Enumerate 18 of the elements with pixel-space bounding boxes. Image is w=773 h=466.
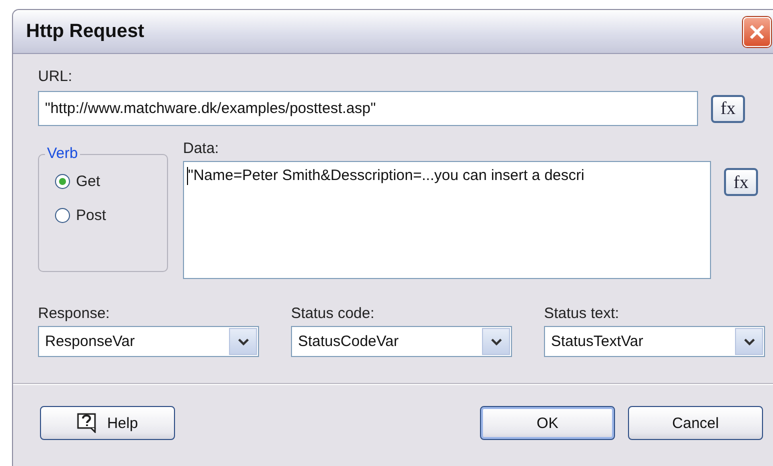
dropdown-field[interactable]: StatusCodeVar (291, 326, 512, 357)
ok-button[interactable]: OK (480, 406, 615, 440)
field-label: Data: (183, 140, 220, 157)
field-label: Status code: (291, 305, 376, 322)
radio-label: Post (76, 207, 106, 224)
url-field[interactable]: "http://www.matchware.dk/examples/posttest.asp" (38, 91, 698, 126)
help-button[interactable]: Help (40, 406, 175, 440)
radio-label: Get (76, 173, 100, 190)
field-label: Response: (38, 305, 111, 322)
cancel-button[interactable]: Cancel (628, 406, 763, 440)
function-button[interactable]: fx (711, 94, 745, 122)
data-field[interactable]: "Name=Peter Smith&Desscription=...you can insert a descri (183, 161, 711, 279)
dropdown-field[interactable]: StatusTextVar (544, 326, 765, 357)
function-button[interactable]: fx (724, 168, 758, 196)
dropdown-field[interactable]: ResponseVar (38, 326, 259, 357)
field-label: URL: (38, 68, 74, 85)
field-label: Status text: (544, 305, 620, 322)
window-title: Http Request (26, 20, 144, 42)
